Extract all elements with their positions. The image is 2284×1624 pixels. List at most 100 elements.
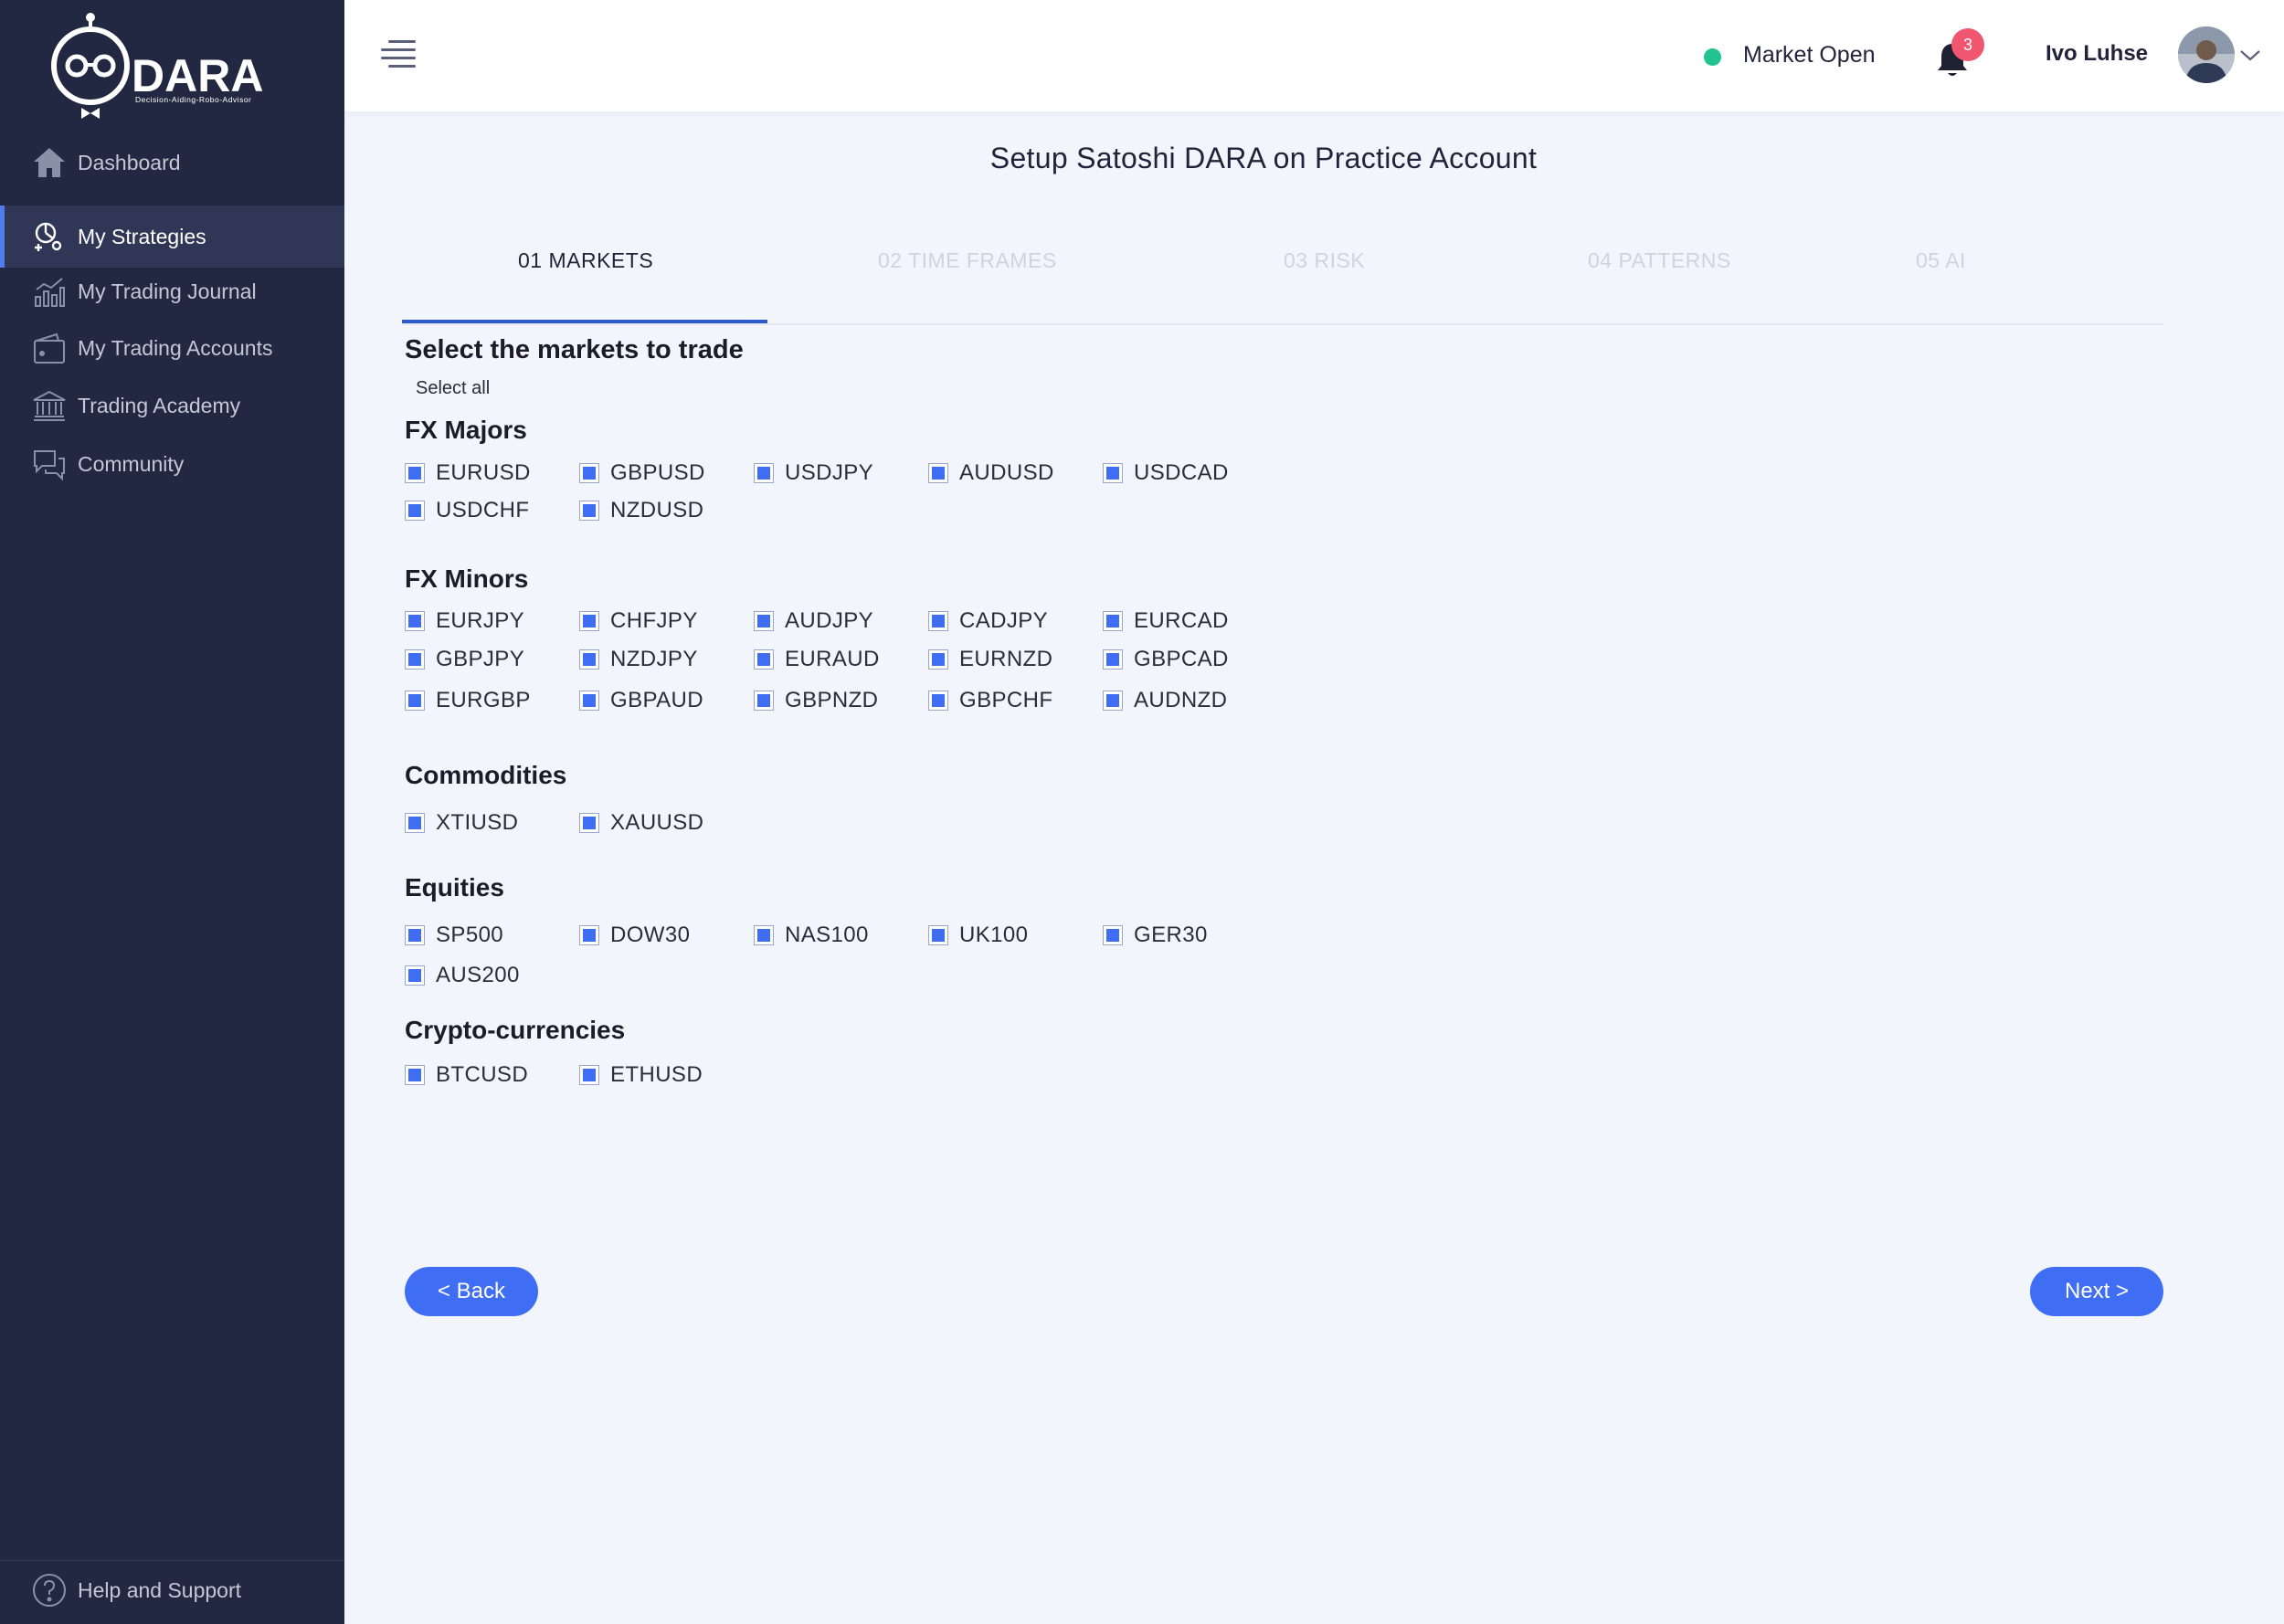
market-checkbox-gbpaud[interactable]: GBPAUD — [579, 688, 703, 713]
checkbox[interactable] — [405, 1065, 425, 1085]
checkbox-checked-mark — [932, 653, 945, 666]
checkbox[interactable] — [579, 649, 599, 670]
checkbox[interactable] — [754, 925, 774, 945]
checkbox[interactable] — [1103, 691, 1123, 711]
market-checkbox-usdcad[interactable]: USDCAD — [1103, 460, 1229, 486]
market-checkbox-nzdusd[interactable]: NZDUSD — [579, 498, 703, 523]
checkbox[interactable] — [579, 813, 599, 833]
market-checkbox-usdjpy[interactable]: USDJPY — [754, 460, 873, 486]
market-checkbox-ethusd[interactable]: ETHUSD — [579, 1062, 703, 1088]
market-checkbox-dow30[interactable]: DOW30 — [579, 923, 690, 948]
checkbox[interactable] — [405, 501, 425, 521]
market-checkbox-nas100[interactable]: NAS100 — [754, 923, 869, 948]
tab-time-frames[interactable]: 02 TIME FRAMES — [878, 248, 1057, 273]
market-checkbox-euraud[interactable]: EURAUD — [754, 647, 880, 672]
market-status-text: Market Open — [1743, 42, 1876, 68]
bank-icon — [31, 387, 68, 424]
checkbox[interactable] — [928, 611, 948, 631]
checkbox[interactable] — [1103, 649, 1123, 670]
home-icon — [31, 144, 68, 181]
checkbox[interactable] — [928, 463, 948, 483]
checkbox[interactable] — [754, 691, 774, 711]
checkbox[interactable] — [579, 691, 599, 711]
checkbox[interactable] — [928, 925, 948, 945]
checkbox-checked-mark — [408, 467, 421, 480]
market-checkbox-chfjpy[interactable]: CHFJPY — [579, 608, 698, 634]
checkbox[interactable] — [579, 611, 599, 631]
checkbox[interactable] — [1103, 611, 1123, 631]
market-checkbox-eurgbp[interactable]: EURGBP — [405, 688, 531, 713]
next-button[interactable]: Next > — [2030, 1267, 2163, 1316]
checkbox[interactable] — [1103, 463, 1123, 483]
help-and-support-link[interactable]: Help and Support — [0, 1558, 344, 1622]
checkbox[interactable] — [579, 463, 599, 483]
checkbox[interactable] — [579, 925, 599, 945]
market-checkbox-nzdjpy[interactable]: NZDJPY — [579, 647, 698, 672]
checkbox[interactable] — [579, 1065, 599, 1085]
checkbox[interactable] — [405, 649, 425, 670]
checkbox[interactable] — [405, 611, 425, 631]
back-button[interactable]: < Back — [405, 1267, 538, 1316]
market-checkbox-ger30[interactable]: GER30 — [1103, 923, 1208, 948]
checkbox-checked-mark — [583, 1069, 596, 1081]
market-checkbox-gbpjpy[interactable]: GBPJPY — [405, 647, 524, 672]
market-checkbox-audjpy[interactable]: AUDJPY — [754, 608, 873, 634]
market-checkbox-sp500[interactable]: SP500 — [405, 923, 503, 948]
market-checkbox-btcusd[interactable]: BTCUSD — [405, 1062, 528, 1088]
sidebar-item-community[interactable]: Community — [0, 436, 344, 492]
checkbox-checked-mark — [408, 929, 421, 942]
market-checkbox-audusd[interactable]: AUDUSD — [928, 460, 1054, 486]
tab-risk[interactable]: 03 RISK — [1284, 248, 1365, 273]
tab-patterns[interactable]: 04 PATTERNS — [1588, 248, 1731, 273]
hamburger-menu-icon[interactable] — [381, 40, 416, 69]
sidebar-item-my-strategies[interactable]: My Strategies — [0, 206, 344, 268]
checkbox-checked-mark — [932, 467, 945, 480]
market-checkbox-eurcad[interactable]: EURCAD — [1103, 608, 1229, 634]
dara-logo[interactable]: DARA Decision-Aiding-Robo-Advisor — [48, 13, 294, 121]
checkbox[interactable] — [405, 691, 425, 711]
market-group-title: Equities — [405, 873, 504, 902]
sidebar-item-trading-academy[interactable]: Trading Academy — [0, 377, 344, 434]
checkbox[interactable] — [928, 691, 948, 711]
market-label: EURGBP — [436, 688, 531, 712]
market-checkbox-aus200[interactable]: AUS200 — [405, 963, 520, 988]
checkbox[interactable] — [928, 649, 948, 670]
market-status-dot — [1704, 48, 1721, 66]
market-checkbox-cadjpy[interactable]: CADJPY — [928, 608, 1048, 634]
market-checkbox-gbpcad[interactable]: GBPCAD — [1103, 647, 1229, 672]
checkbox[interactable] — [754, 611, 774, 631]
market-checkbox-xauusd[interactable]: XAUUSD — [579, 810, 703, 836]
checkbox[interactable] — [405, 463, 425, 483]
user-name[interactable]: Ivo Luhse — [2046, 41, 2148, 67]
market-checkbox-audnzd[interactable]: AUDNZD — [1103, 688, 1227, 713]
market-checkbox-gbpchf[interactable]: GBPCHF — [928, 688, 1052, 713]
market-checkbox-usdchf[interactable]: USDCHF — [405, 498, 529, 523]
sidebar-item-my-trading-accounts[interactable]: My Trading Accounts — [0, 320, 344, 376]
market-label: GBPJPY — [436, 647, 525, 671]
sidebar-item-my-trading-journal[interactable]: My Trading Journal — [0, 263, 344, 320]
market-checkbox-eurusd[interactable]: EURUSD — [405, 460, 531, 486]
market-checkbox-gbpusd[interactable]: GBPUSD — [579, 460, 705, 486]
select-all-link[interactable]: Select all — [416, 378, 490, 399]
tab-ai[interactable]: 05 AI — [1916, 248, 1966, 273]
sidebar-item-label: My Strategies — [78, 224, 206, 248]
market-label: EURAUD — [785, 647, 880, 671]
checkbox[interactable] — [754, 649, 774, 670]
checkbox[interactable] — [405, 925, 425, 945]
tab-markets[interactable]: 01 MARKETS — [518, 248, 653, 273]
market-checkbox-gbpnzd[interactable]: GBPNZD — [754, 688, 878, 713]
market-checkbox-eurnzd[interactable]: EURNZD — [928, 647, 1052, 672]
market-checkbox-uk100[interactable]: UK100 — [928, 923, 1028, 948]
sidebar-item-label: Trading Academy — [78, 393, 241, 417]
market-checkbox-xtiusd[interactable]: XTIUSD — [405, 810, 518, 836]
sidebar-item-dashboard[interactable]: Dashboard — [0, 134, 344, 191]
checkbox[interactable] — [405, 813, 425, 833]
checkbox[interactable] — [579, 501, 599, 521]
market-checkbox-eurjpy[interactable]: EURJPY — [405, 608, 524, 634]
checkbox-checked-mark — [583, 694, 596, 707]
checkbox[interactable] — [754, 463, 774, 483]
avatar[interactable] — [2178, 26, 2235, 83]
chevron-down-icon[interactable] — [2237, 46, 2263, 64]
checkbox[interactable] — [405, 965, 425, 986]
checkbox[interactable] — [1103, 925, 1123, 945]
